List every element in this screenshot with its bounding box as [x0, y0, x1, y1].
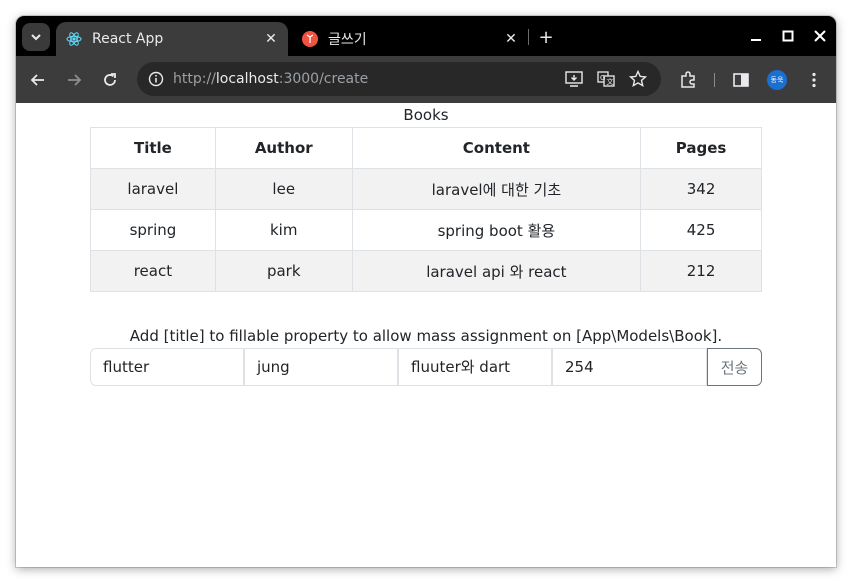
tab-close-icon[interactable]: ✕	[500, 31, 522, 47]
cell-pages: 212	[640, 250, 762, 292]
tab-close-icon[interactable]: ✕	[260, 31, 282, 47]
reload-icon[interactable]	[96, 66, 124, 94]
site-info-icon[interactable]	[145, 68, 167, 90]
header-pages: Pages	[640, 127, 762, 169]
cell-pages: 425	[640, 209, 762, 251]
pages-input[interactable]: 254	[552, 348, 707, 386]
tab-title: React App	[92, 31, 164, 47]
side-panel-icon[interactable]	[727, 66, 755, 94]
tab-write[interactable]: 글쓰기 ✕	[292, 22, 528, 56]
author-input[interactable]: jung	[244, 348, 398, 386]
svg-text:G: G	[600, 74, 605, 82]
tab-separator	[528, 29, 529, 45]
svg-text:文: 文	[607, 77, 614, 86]
browser-window: React App ✕ 글쓰기 ✕ + http://localhost:300…	[16, 16, 836, 567]
cell-title: react	[90, 250, 216, 292]
extensions-icon[interactable]	[674, 66, 702, 94]
header-title: Title	[90, 127, 216, 169]
table-row: react park laravel api 와 react 212	[90, 250, 762, 292]
tab-react-app[interactable]: React App ✕	[56, 22, 288, 56]
create-book-form: flutter jung fluuter와 dart 254 전송	[90, 348, 762, 386]
tab-title: 글쓰기	[328, 32, 367, 48]
url-host: localhost	[215, 71, 279, 87]
cell-pages: 342	[640, 168, 762, 210]
url-text[interactable]: http://localhost:3000/create	[173, 71, 368, 87]
tab-strip: React App ✕ 글쓰기 ✕ +	[16, 16, 836, 56]
window-close-icon[interactable]	[806, 24, 834, 48]
profile-avatar[interactable]: 동욱	[767, 70, 787, 90]
bookmark-star-icon[interactable]	[627, 68, 649, 90]
menu-kebab-icon[interactable]	[800, 66, 828, 94]
cell-author: kim	[214, 209, 353, 251]
address-bar[interactable]: http://localhost:3000/create G文	[137, 62, 661, 96]
header-author: Author	[214, 127, 353, 169]
title-input[interactable]: flutter	[90, 348, 244, 386]
cell-title: laravel	[90, 168, 216, 210]
toolbar-divider	[714, 73, 715, 87]
cell-title: spring	[90, 209, 216, 251]
content-input[interactable]: fluuter와 dart	[398, 348, 552, 386]
cell-author: lee	[214, 168, 353, 210]
table-row: spring kim spring boot 활용 425	[90, 209, 762, 251]
cell-content: laravel에 대한 기초	[351, 168, 642, 210]
table-row: laravel lee laravel에 대한 기초 342	[90, 168, 762, 210]
browser-toolbar: http://localhost:3000/create G文 동욱	[16, 56, 836, 103]
minimize-icon[interactable]	[742, 24, 770, 48]
submit-button[interactable]: 전송	[707, 348, 762, 386]
cell-content: spring boot 활용	[351, 209, 642, 251]
react-icon	[66, 32, 82, 46]
table-header-row: Title Author Content Pages	[90, 127, 762, 169]
back-icon[interactable]	[24, 66, 52, 94]
table-caption: Books	[403, 106, 449, 124]
translate-icon[interactable]: G文	[595, 68, 617, 90]
page-content: Books Title Author Content Pages laravel	[16, 103, 836, 567]
chevron-down-icon	[31, 34, 41, 41]
cell-content: laravel api 와 react	[351, 250, 642, 292]
error-message: Add [title] to fillable property to allo…	[129, 327, 723, 345]
tab-search-button[interactable]	[22, 23, 50, 51]
cell-author: park	[214, 250, 353, 292]
url-path: :3000/create	[278, 71, 369, 87]
laravel-icon	[302, 31, 318, 47]
new-tab-icon[interactable]: +	[534, 25, 558, 49]
books-table: Title Author Content Pages laravel lee l…	[90, 127, 762, 292]
url-scheme: http://	[173, 71, 216, 87]
header-content: Content	[351, 127, 642, 169]
maximize-icon[interactable]	[774, 24, 802, 48]
forward-icon[interactable]	[60, 66, 88, 94]
install-app-icon[interactable]	[563, 68, 585, 90]
